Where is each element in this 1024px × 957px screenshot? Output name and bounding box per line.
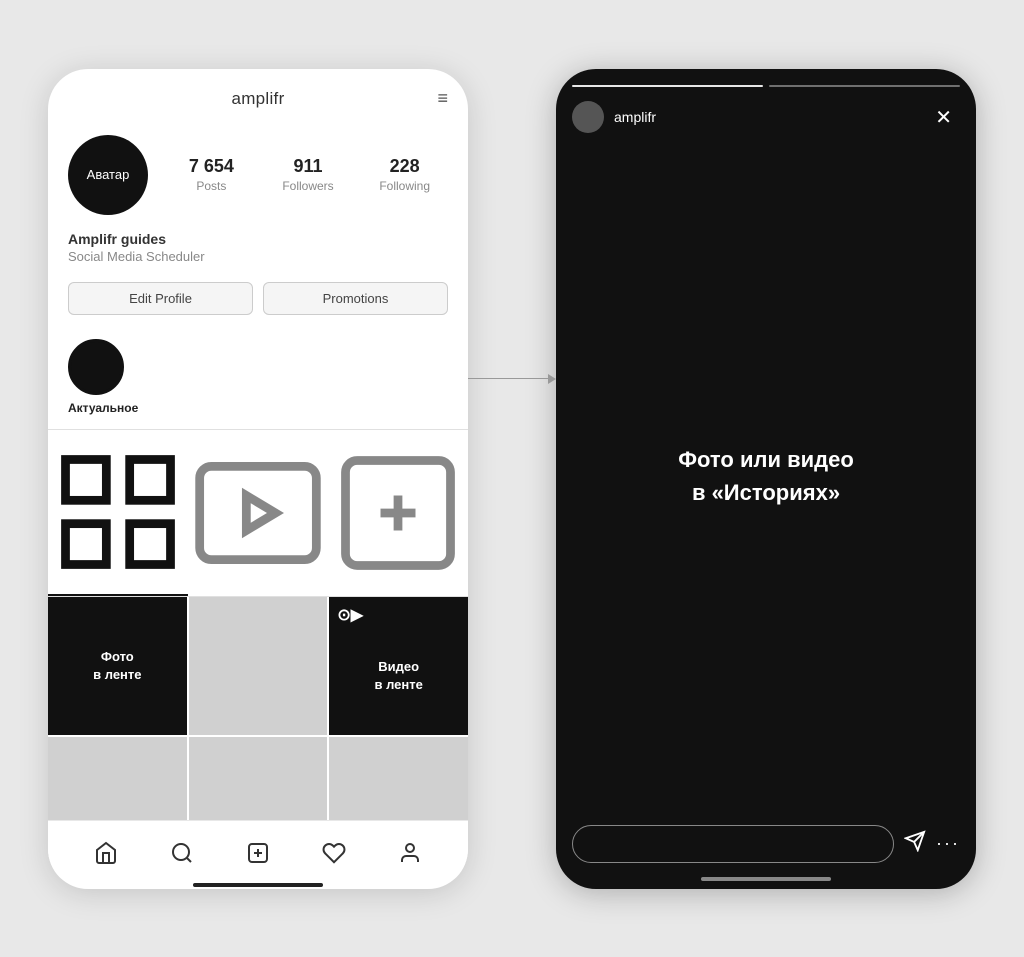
story-avatar [572,101,604,133]
story-main-content: Фото или видеов «Историях» [556,140,976,813]
nav-likes[interactable] [314,833,354,873]
posts-count: 7 654 [189,156,234,177]
bio-section: Amplifr guides Social Media Scheduler [48,225,468,276]
nav-profile[interactable] [390,833,430,873]
story-reply-input[interactable] [572,825,894,863]
promotions-button[interactable]: Promotions [263,282,448,315]
grid-cell-gray-4 [329,737,468,819]
nav-home[interactable] [86,833,126,873]
grid-cell-gray-3 [189,737,328,819]
progress-bar-2 [769,85,960,87]
profile-header: amplifr ≡ [48,69,468,119]
heart-icon [322,841,346,865]
video-camera-icon: ⊙▶ [337,605,363,625]
profile-username: amplifr [231,89,284,109]
bio-name: Amplifr guides [68,231,448,247]
avatar: Аватар [68,135,148,215]
followers-stat: 911 Followers [265,156,352,193]
followers-count: 911 [293,156,322,177]
story-username: amplifr [614,109,927,125]
story-circle[interactable] [68,339,124,395]
story-close-button[interactable]: ✕ [927,101,960,134]
edit-profile-button[interactable]: Edit Profile [68,282,253,315]
bio-desc: Social Media Scheduler [68,249,448,264]
send-icon [904,830,926,852]
story-progress-bars [556,69,976,95]
story-home-indicator [701,877,831,881]
tab-reels[interactable] [188,430,328,596]
action-buttons: Edit Profile Promotions [48,276,468,329]
arrow-head [548,374,556,384]
story-more-button[interactable]: ··· [936,833,960,854]
right-phone: amplifr ✕ Фото или видеов «Историях» ··· [556,69,976,889]
bottom-nav [48,820,468,879]
tab-tagged[interactable] [328,430,468,596]
posts-stat: 7 654 Posts [168,156,255,193]
progress-bar-1 [572,85,763,87]
tabs-row [48,429,468,597]
grid-cell-photo[interactable]: Фотов ленте [48,597,187,736]
story-center-text: Фото или видеов «Историях» [678,443,854,509]
nav-search[interactable] [162,833,202,873]
reels-icon [188,443,328,583]
followers-label: Followers [282,179,333,193]
grid-cell-gray-1 [189,597,328,736]
home-icon [94,841,118,865]
photo-grid: Фотов ленте ⊙▶ Видеов ленте [48,597,468,820]
tab-grid[interactable] [48,430,188,596]
grid-cell-video[interactable]: ⊙▶ Видеов ленте [329,597,468,736]
tagged-icon [328,443,468,583]
home-indicator [193,883,323,887]
hamburger-icon[interactable]: ≡ [437,88,448,109]
grid-icon [48,442,188,582]
search-icon [170,841,194,865]
story-circle-wrapper [68,339,124,395]
profile-icon [398,841,422,865]
stories-section: Актуальное [48,329,468,429]
arrow-shaft [468,378,548,379]
posts-label: Posts [196,179,226,193]
story-header: amplifr ✕ [556,95,976,140]
stats-row: Аватар 7 654 Posts 911 Followers 228 Fol… [48,119,468,225]
following-stat: 228 Following [361,156,448,193]
story-send-button[interactable] [904,830,926,858]
story-label: Актуальное [68,401,124,415]
following-count: 228 [390,156,420,177]
left-phone: amplifr ≡ Аватар 7 654 Posts 911 Followe… [48,69,468,889]
grid-cell-gray-2 [48,737,187,819]
story-bottom: ··· [556,813,976,873]
following-label: Following [379,179,430,193]
nav-add[interactable] [238,833,278,873]
stats-numbers: 7 654 Posts 911 Followers 228 Following [168,156,448,193]
add-icon [246,841,270,865]
